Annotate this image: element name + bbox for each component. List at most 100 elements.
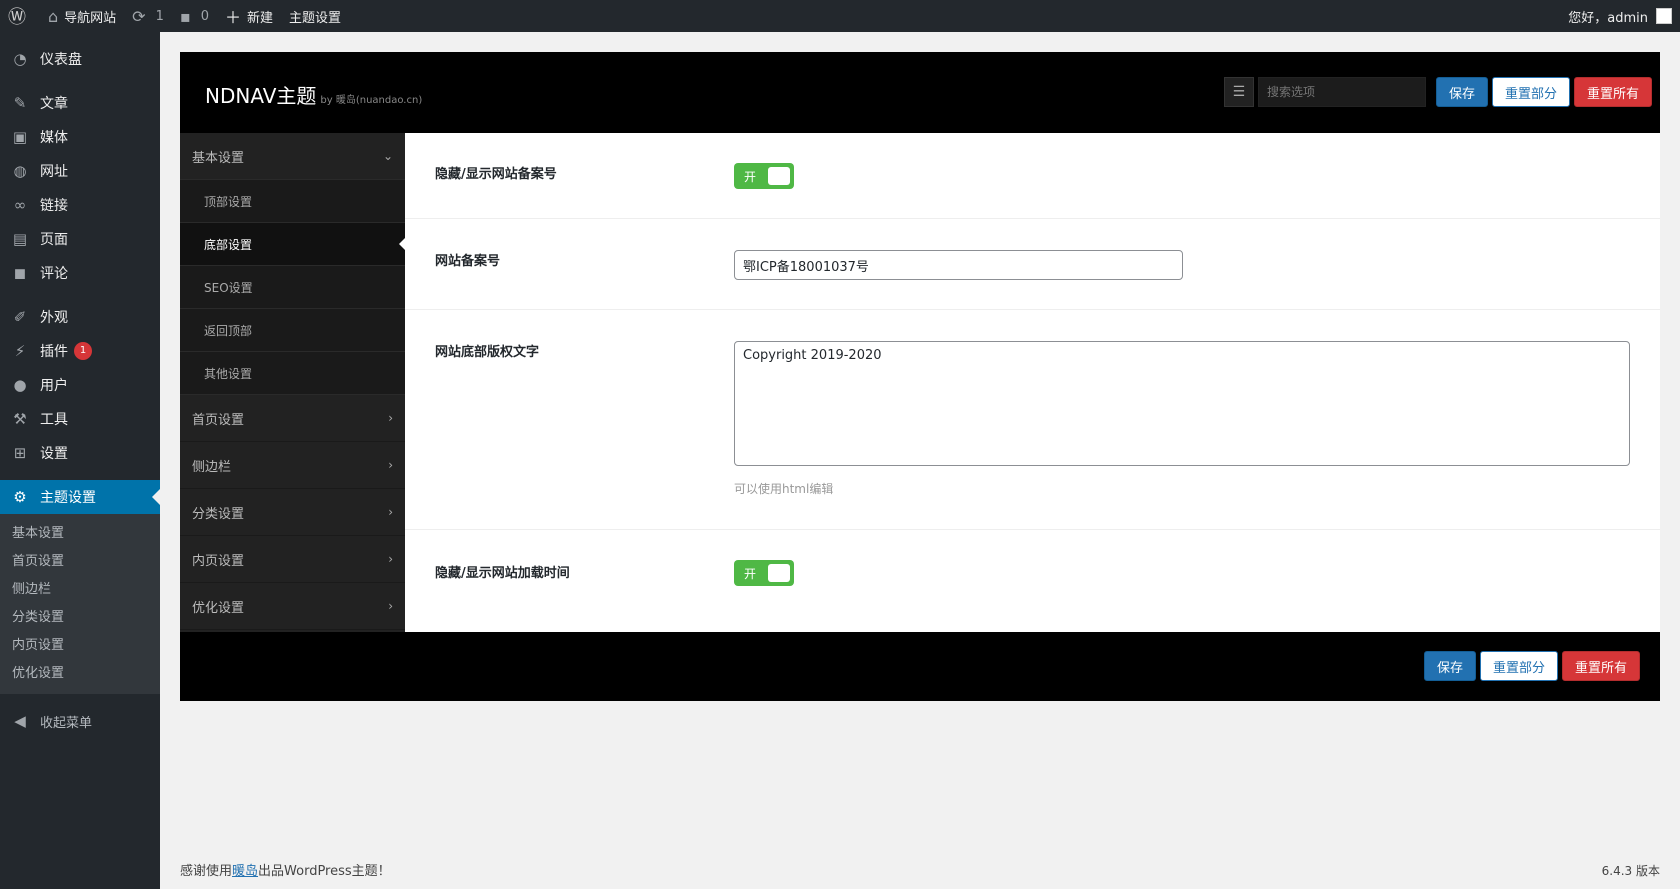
sidebar-item-label: 页面 bbox=[40, 232, 68, 248]
link-icon: ∞ bbox=[13, 196, 27, 214]
collapse-icon: ◀ bbox=[14, 712, 26, 730]
home-icon: ⌂ bbox=[48, 6, 59, 26]
sidebar-item-sites[interactable]: ◍ 网址 bbox=[0, 154, 160, 188]
submenu-item-home[interactable]: 首页设置 bbox=[0, 548, 160, 576]
update-icon: ⟳ bbox=[132, 6, 146, 26]
site-name-link[interactable]: ⌂ 导航网站 bbox=[40, 0, 124, 32]
nav-group-basic[interactable]: 基本设置 ⌄ bbox=[180, 133, 405, 180]
sidebar-item-links[interactable]: ∞ 链接 bbox=[0, 188, 160, 222]
field-title: 网站底部版权文字 bbox=[435, 345, 540, 360]
site-name: 导航网站 bbox=[64, 10, 117, 26]
sidebar-item-appearance[interactable]: ✐ 外观 bbox=[0, 300, 160, 334]
dashboard-icon: ◔ bbox=[13, 50, 27, 68]
nav-group-inner[interactable]: 内页设置 › bbox=[180, 536, 405, 583]
my-account[interactable]: 您好，admin bbox=[1568, 7, 1680, 26]
submenu-item-basic[interactable]: 基本设置 bbox=[0, 520, 160, 548]
sidebar-item-comments[interactable]: ◼ 评论 bbox=[0, 256, 160, 290]
nav-sub-top[interactable]: 顶部设置 bbox=[180, 180, 405, 223]
brand-title: NDNAV主题 bbox=[205, 84, 317, 108]
options-search-input[interactable] bbox=[1257, 77, 1426, 107]
nav-sub-other[interactable]: 其他设置 bbox=[180, 352, 405, 395]
toggle-on-label: 开 bbox=[744, 169, 757, 184]
nav-group-label: 基本设置 bbox=[192, 150, 245, 166]
sidebar-item-plugins[interactable]: ⚡ 插件 1 bbox=[0, 334, 160, 368]
sidebar-item-label: 插件 bbox=[40, 344, 68, 360]
avatar bbox=[1656, 8, 1672, 24]
comments-link[interactable]: ▪ 0 bbox=[172, 0, 217, 32]
wrench-icon: ⚒ bbox=[13, 410, 27, 428]
plugin-icon: ⚡ bbox=[14, 342, 26, 360]
sidebar-item-label: 用户 bbox=[40, 378, 68, 394]
submenu-item-inner[interactable]: 内页设置 bbox=[0, 632, 160, 660]
admin-bar: Ⓦ ⌂ 导航网站 ⟳ 1 ▪ 0 ＋ 新建 主题设置 您好，admin bbox=[0, 0, 1680, 32]
nav-group-label: 首页设置 bbox=[192, 412, 245, 428]
list-icon: ☰ bbox=[1232, 84, 1246, 100]
settings-icon: ⊞ bbox=[13, 444, 27, 462]
expand-all-button[interactable]: ☰ bbox=[1223, 77, 1254, 107]
footer-save-button[interactable]: 保存 bbox=[1423, 651, 1476, 681]
sidebar-item-users[interactable]: ● 用户 bbox=[0, 368, 160, 402]
sidebar-item-label: 工具 bbox=[40, 412, 68, 428]
theme-settings-submenu: 基本设置 首页设置 侧边栏 分类设置 内页设置 优化设置 bbox=[0, 514, 160, 694]
submenu-item-category[interactable]: 分类设置 bbox=[0, 604, 160, 632]
comment-icon: ◼ bbox=[13, 264, 27, 282]
icp-number-input[interactable]: 鄂ICP备18001037号 bbox=[734, 250, 1183, 280]
nav-sub-bottom[interactable]: 底部设置 bbox=[180, 223, 405, 266]
sidebar-item-posts[interactable]: ✎ 文章 bbox=[0, 86, 160, 120]
copyright-textarea[interactable]: Copyright 2019-2020 bbox=[734, 341, 1630, 466]
updates-count: 1 bbox=[155, 8, 164, 24]
brand-by: by 暖岛(nuandao.cn) bbox=[320, 95, 423, 106]
nav-sub-seo[interactable]: SEO设置 bbox=[180, 266, 405, 309]
loadtime-visibility-toggle[interactable]: 开 bbox=[734, 560, 794, 586]
sidebar-item-media[interactable]: ▣ 媒体 bbox=[0, 120, 160, 154]
collapse-menu-button[interactable]: ◀ 收起菜单 bbox=[0, 704, 160, 738]
collapse-label: 收起菜单 bbox=[40, 715, 93, 731]
updates-link[interactable]: ⟳ 1 bbox=[124, 0, 172, 32]
comment-bubble-icon: ▪ bbox=[179, 6, 191, 26]
submenu-item-sidebar[interactable]: 侧边栏 bbox=[0, 576, 160, 604]
sidebar-item-dashboard[interactable]: ◔ 仪表盘 bbox=[0, 42, 160, 76]
field-title: 网站备案号 bbox=[435, 254, 501, 269]
panel-brand: NDNAV主题 by 暖岛(nuandao.cn) bbox=[205, 80, 422, 109]
new-label: 新建 bbox=[247, 10, 274, 26]
wordpress-icon: Ⓦ bbox=[8, 7, 26, 28]
user-icon: ● bbox=[13, 376, 27, 394]
theme-settings-link[interactable]: 主题设置 bbox=[281, 0, 349, 32]
sidebar-item-settings[interactable]: ⊞ 设置 bbox=[0, 436, 160, 470]
sidebar-item-label: 链接 bbox=[40, 198, 68, 214]
chevron-right-icon: › bbox=[388, 411, 393, 425]
nav-group-optimize[interactable]: 优化设置 › bbox=[180, 583, 405, 630]
toggle-knob bbox=[768, 564, 790, 582]
sidebar-item-label: 主题设置 bbox=[40, 490, 96, 506]
nav-group-label: 分类设置 bbox=[192, 506, 245, 522]
admin-sidebar: ◔ 仪表盘 ✎ 文章 ▣ 媒体 ◍ 网址 ∞ 链接 ▤ 页面 ◼ 评论 ✐ 外观 ⚡ 插件 1 ● 用… bbox=[0, 32, 160, 889]
sidebar-item-theme-settings[interactable]: ⚙ 主题设置 bbox=[0, 480, 160, 514]
footer-reset-section-button[interactable]: 重置部分 bbox=[1479, 651, 1558, 681]
toggle-knob bbox=[768, 167, 790, 185]
submenu-item-optimize[interactable]: 优化设置 bbox=[0, 660, 160, 688]
pin-icon: ✎ bbox=[13, 94, 27, 112]
chevron-right-icon: › bbox=[388, 552, 393, 566]
nav-group-category[interactable]: 分类设置 › bbox=[180, 489, 405, 536]
nav-sub-back-to-top[interactable]: 返回顶部 bbox=[180, 309, 405, 352]
sidebar-item-label: 设置 bbox=[40, 446, 68, 462]
chevron-right-icon: › bbox=[388, 458, 393, 472]
new-content-link[interactable]: ＋ 新建 bbox=[217, 0, 281, 32]
save-button[interactable]: 保存 bbox=[1435, 77, 1488, 107]
author-link[interactable]: 暖岛 bbox=[232, 864, 258, 879]
toggle-on-label: 开 bbox=[744, 566, 757, 581]
nav-group-home[interactable]: 首页设置 › bbox=[180, 395, 405, 442]
nav-group-sidebar[interactable]: 侧边栏 › bbox=[180, 442, 405, 489]
reset-section-button[interactable]: 重置部分 bbox=[1491, 77, 1570, 107]
globe-icon: ◍ bbox=[13, 162, 27, 180]
options-panel-footer: 保存 重置部分 重置所有 bbox=[180, 632, 1660, 701]
wp-logo-menu[interactable]: Ⓦ bbox=[0, 0, 40, 32]
greeting: 您好，admin bbox=[1568, 10, 1648, 26]
footer-reset-all-button[interactable]: 重置所有 bbox=[1561, 651, 1640, 681]
sidebar-item-label: 仪表盘 bbox=[40, 52, 82, 68]
icp-visibility-toggle[interactable]: 开 bbox=[734, 163, 794, 189]
reset-all-button[interactable]: 重置所有 bbox=[1573, 77, 1652, 107]
sidebar-item-tools[interactable]: ⚒ 工具 bbox=[0, 402, 160, 436]
sidebar-item-pages[interactable]: ▤ 页面 bbox=[0, 222, 160, 256]
wp-version: 6.4.3 版本 bbox=[1601, 864, 1660, 878]
